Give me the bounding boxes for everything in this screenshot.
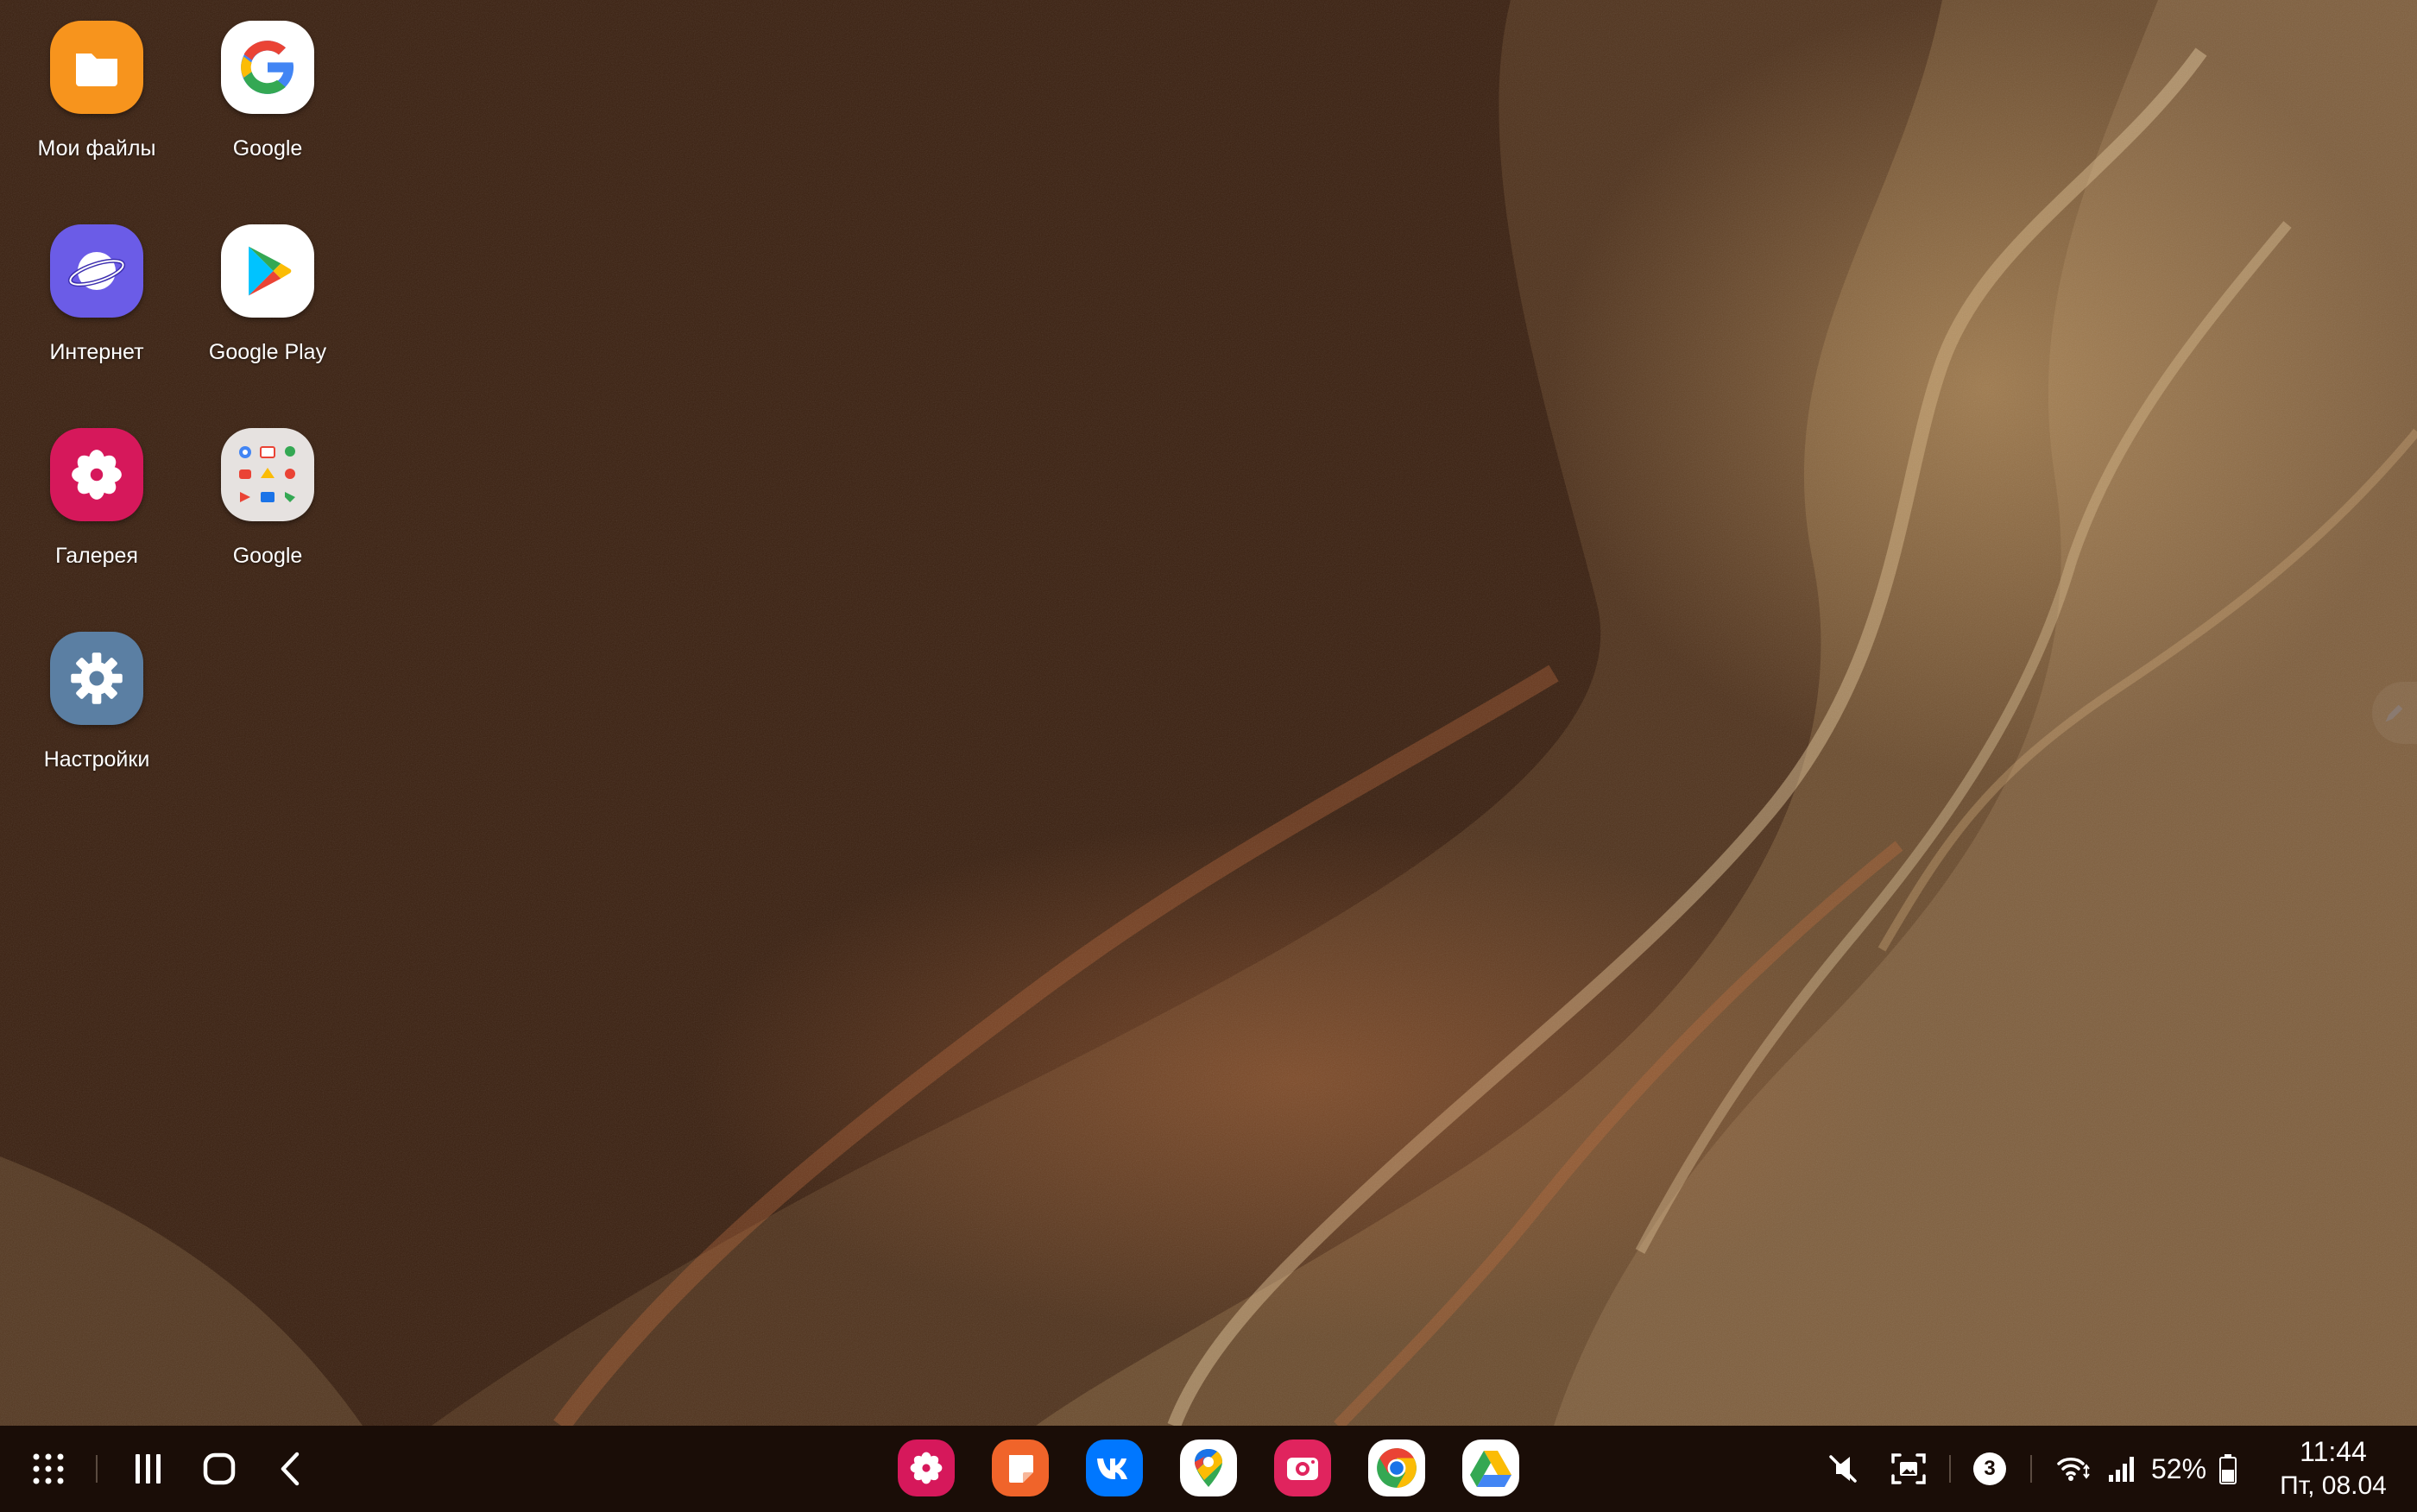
- app-google-play[interactable]: Google Play: [181, 224, 354, 365]
- wallpaper: [0, 0, 2417, 1426]
- app-label: Мои файлы: [37, 136, 156, 161]
- google-drive-icon: [1470, 1451, 1511, 1487]
- gallery-flower-icon: [50, 428, 143, 521]
- app-my-files[interactable]: Мои файлы: [10, 21, 183, 161]
- app-gallery[interactable]: Галерея: [10, 428, 183, 569]
- signal-status: [2103, 1443, 2141, 1495]
- internet-planet-icon: [50, 224, 143, 318]
- screen-recorder-icon: [1287, 1458, 1318, 1480]
- dock-app-screen-recorder[interactable]: [1274, 1440, 1331, 1496]
- taskbar-separator: [2030, 1455, 2032, 1483]
- wifi-status: [2053, 1443, 2096, 1495]
- taskbar-separator: [96, 1455, 98, 1483]
- app-google[interactable]: Google: [181, 21, 354, 161]
- app-drawer-button[interactable]: [26, 1443, 71, 1495]
- signal-icon: [2109, 1457, 2134, 1482]
- dock-app-chrome[interactable]: [1368, 1440, 1425, 1496]
- dock-app-google-maps[interactable]: [1180, 1440, 1237, 1496]
- recents-icon: [136, 1454, 161, 1484]
- samsung-notes-icon: [1009, 1455, 1033, 1483]
- mute-status: [1821, 1443, 1865, 1495]
- gallery-icon: [910, 1452, 943, 1484]
- app-label: Настройки: [43, 747, 150, 772]
- screenshot-button[interactable]: [1885, 1443, 1932, 1495]
- app-label: Галерея: [55, 544, 138, 568]
- clock-date: Пт, 08.04: [2280, 1471, 2387, 1500]
- back-icon: [281, 1452, 300, 1486]
- back-button[interactable]: [268, 1443, 312, 1495]
- battery-status: [2215, 1443, 2241, 1495]
- home-icon: [203, 1452, 236, 1485]
- pencil-icon: [2385, 704, 2403, 722]
- app-label: Google: [232, 544, 303, 568]
- home-screen: Мои файлы Google Интернет Google Play Га…: [0, 0, 2417, 1512]
- vk-icon: [1097, 1458, 1127, 1479]
- dock-app-google-drive[interactable]: [1462, 1440, 1519, 1496]
- chrome-icon: [1377, 1448, 1417, 1488]
- apps-grid-icon: [33, 1453, 64, 1484]
- gear-icon: [50, 632, 143, 725]
- app-label: Интернет: [49, 340, 144, 364]
- screen-capture-icon: [1891, 1453, 1926, 1484]
- notification-count: 3: [1984, 1457, 1996, 1480]
- clock[interactable]: 11:44 Пт, 08.04: [2262, 1434, 2405, 1503]
- battery-icon: [2219, 1454, 2237, 1484]
- app-settings[interactable]: Настройки: [10, 632, 183, 772]
- taskbar: 3 52% 11:44 Пт, 08.04: [0, 1426, 2417, 1512]
- google-icon: [221, 21, 314, 114]
- app-label: Google: [232, 136, 303, 161]
- dock-app-samsung-notes[interactable]: [992, 1440, 1049, 1496]
- dock-app-gallery[interactable]: [898, 1440, 955, 1496]
- notification-badge[interactable]: 3: [1968, 1443, 2011, 1495]
- wifi-icon: [2057, 1458, 2090, 1481]
- app-internet[interactable]: Интернет: [10, 224, 183, 365]
- home-button[interactable]: [197, 1443, 242, 1495]
- google-maps-icon: [1195, 1449, 1222, 1487]
- recents-button[interactable]: [126, 1443, 171, 1495]
- google-play-icon: [221, 224, 314, 318]
- dock-app-vk[interactable]: [1086, 1440, 1143, 1496]
- clock-time: 11:44: [2300, 1436, 2367, 1467]
- taskbar-separator: [1949, 1455, 1951, 1483]
- app-google-folder[interactable]: Google: [181, 428, 354, 569]
- folder-icon: [50, 21, 143, 114]
- app-label: Google Play: [208, 340, 327, 364]
- mute-icon: [1829, 1455, 1857, 1483]
- google-folder-icon: [221, 428, 314, 521]
- battery-percent: 52%: [2151, 1453, 2207, 1484]
